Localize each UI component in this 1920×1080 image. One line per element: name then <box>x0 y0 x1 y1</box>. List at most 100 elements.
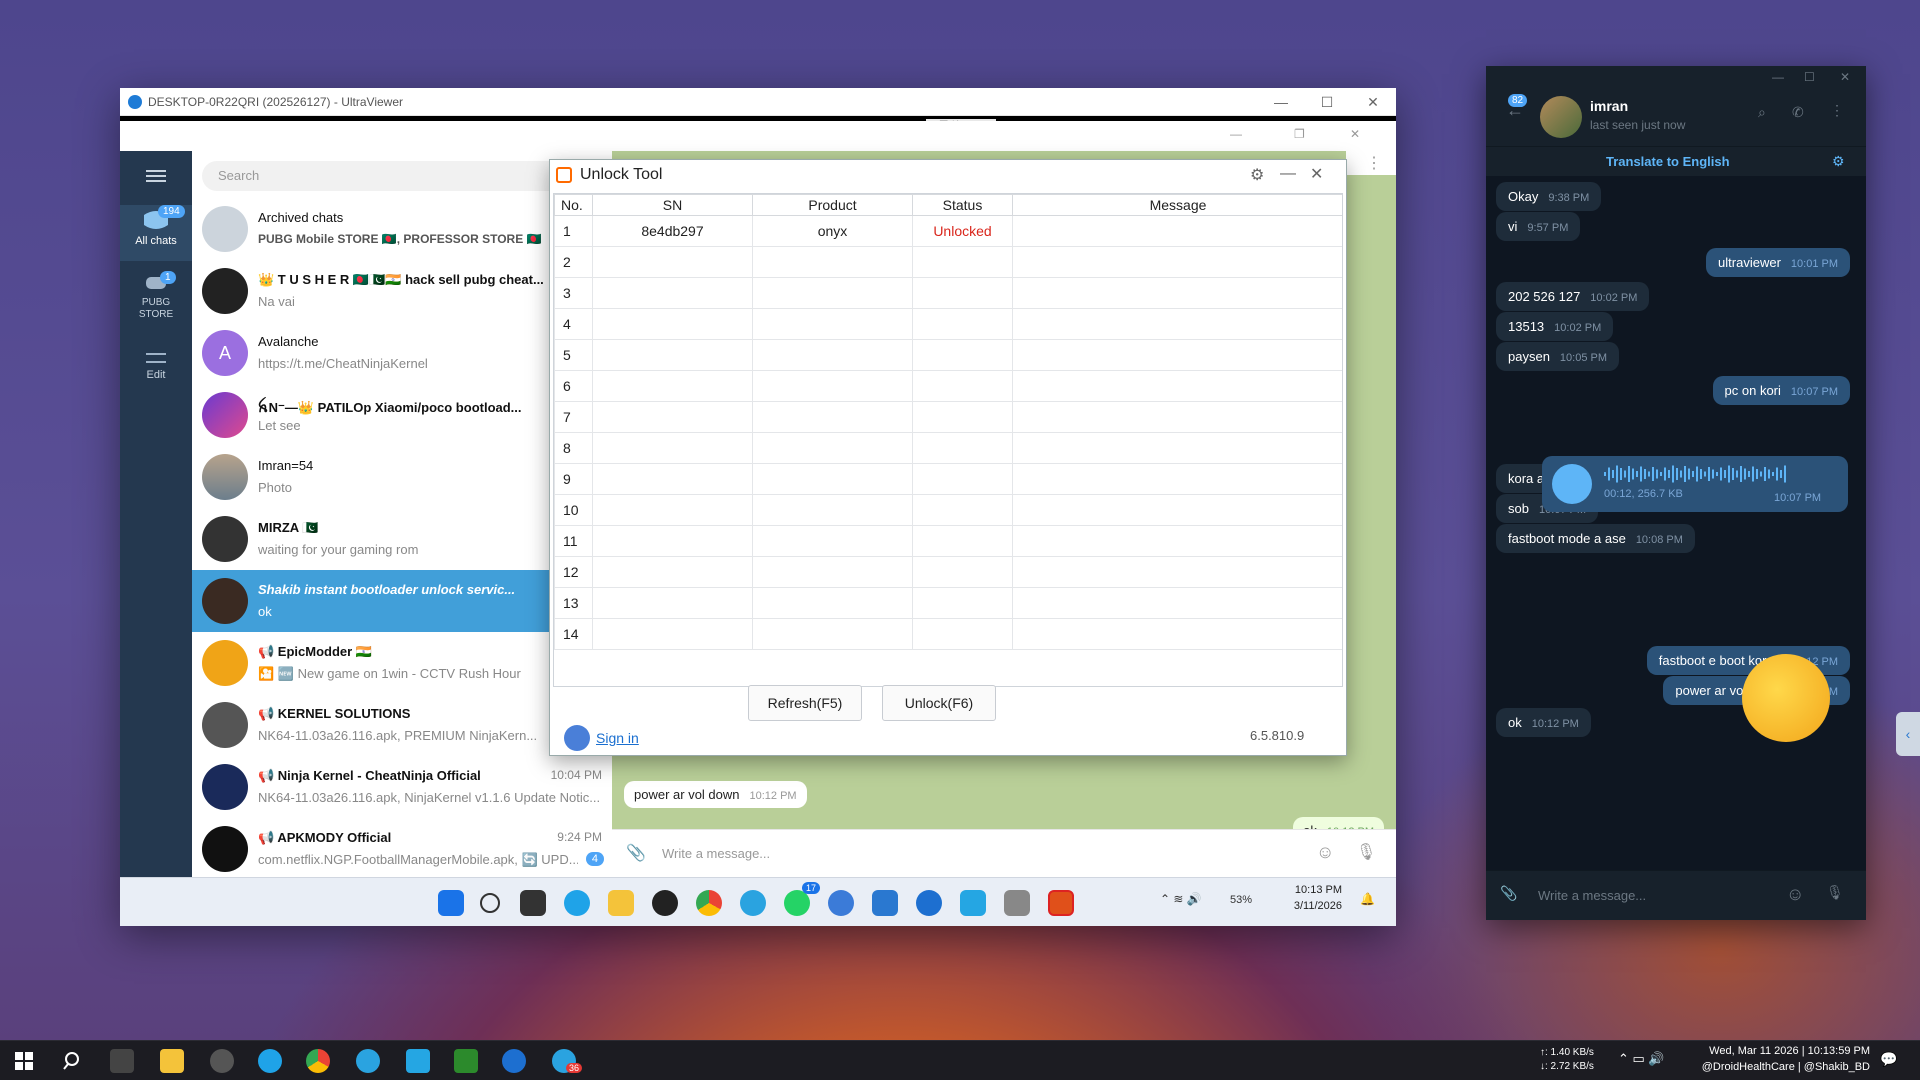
settings-icon[interactable]: ⚙ <box>1250 165 1264 185</box>
chrome-icon[interactable] <box>696 890 722 916</box>
chrome-icon[interactable] <box>306 1049 330 1073</box>
waveform-bar <box>1688 468 1690 480</box>
table-row[interactable]: 1 8e4db297 onyx Unlocked <box>554 215 1342 247</box>
close-button[interactable]: ✕ <box>1350 88 1396 116</box>
explorer-icon[interactable] <box>160 1049 184 1073</box>
col-product[interactable]: Product <box>752 194 913 216</box>
version-label: 6.5.810.9 <box>1250 728 1305 743</box>
telegram-icon[interactable] <box>740 890 766 916</box>
ultraviewer-icon[interactable] <box>502 1049 526 1073</box>
minimize-button[interactable]: — <box>1258 88 1304 116</box>
col-status[interactable]: Status <box>912 194 1013 216</box>
tool-icon[interactable] <box>1004 890 1030 916</box>
emoji-icon[interactable]: ☺ <box>1786 884 1804 905</box>
close-button[interactable]: ✕ <box>1840 70 1850 84</box>
help-icon[interactable] <box>828 890 854 916</box>
waveform[interactable] <box>1604 464 1794 484</box>
vpn-icon[interactable] <box>406 1049 430 1073</box>
contact-name[interactable]: imran <box>1590 98 1628 114</box>
search-icon[interactable]: ⌕ <box>1758 104 1766 121</box>
edge-icon[interactable] <box>564 890 590 916</box>
folder-all-chats[interactable]: 194 All chats <box>120 205 192 261</box>
waveform-bar <box>1676 468 1678 480</box>
table-row[interactable]: 12 <box>554 556 1342 588</box>
folder-pubg-store[interactable]: 1 PUBG STORE <box>120 271 192 331</box>
message-bubble: ultraviewer 10:01 PM <box>1706 248 1850 277</box>
edge-icon[interactable] <box>258 1049 282 1073</box>
waveform-bar <box>1700 469 1702 479</box>
notepad-icon[interactable] <box>872 890 898 916</box>
avatar <box>202 702 248 748</box>
table-row[interactable]: 14 <box>554 618 1342 650</box>
notification-icon[interactable]: 🔔 <box>1360 892 1375 906</box>
notification-icon[interactable]: 💬 <box>1880 1051 1897 1068</box>
message-text: sob <box>1508 501 1529 516</box>
tg-close-button[interactable]: ✕ <box>1350 127 1360 141</box>
waveform-bar <box>1668 470 1670 478</box>
table-row[interactable]: 10 <box>554 494 1342 526</box>
more-icon[interactable]: ⋮ <box>1830 102 1844 119</box>
attach-icon[interactable]: 📎 <box>1500 885 1517 902</box>
table-row[interactable]: 7 <box>554 401 1342 433</box>
gauge-icon[interactable] <box>210 1049 234 1073</box>
vpn-icon[interactable] <box>960 890 986 916</box>
chat-apkmody[interactable]: 📢 APKMODY Official 9:24 PM com.netflix.N… <box>192 818 612 877</box>
avatar[interactable] <box>1540 96 1582 138</box>
translate-settings-icon[interactable]: ⚙ <box>1832 153 1845 170</box>
table-row[interactable]: 4 <box>554 308 1342 340</box>
folder-edit[interactable]: Edit <box>120 347 192 381</box>
maximize-button[interactable]: ☐ <box>1304 88 1350 116</box>
more-icon[interactable]: ⋮ <box>1366 153 1382 173</box>
cell-status <box>912 494 1013 526</box>
sign-in-link[interactable]: Sign in <box>596 730 639 746</box>
unlock-button[interactable]: Unlock(F6) <box>882 685 996 721</box>
chatgpt-icon[interactable] <box>652 890 678 916</box>
refresh-button[interactable]: Refresh(F5) <box>748 685 862 721</box>
edge-collapse-tab[interactable]: ‹ <box>1896 712 1920 756</box>
ultraviewer-icon[interactable] <box>916 890 942 916</box>
table-row[interactable]: 2 <box>554 246 1342 278</box>
tg-minimize-button[interactable]: — <box>1230 127 1242 141</box>
search-icon[interactable] <box>480 893 500 913</box>
translate-button[interactable]: Translate to English <box>1606 154 1730 169</box>
table-row[interactable]: 8 <box>554 432 1342 464</box>
search-input[interactable]: Search <box>202 161 602 191</box>
col-message[interactable]: Message <box>1012 194 1342 216</box>
tray-icons[interactable]: ⌃ ▭ 🔊 <box>1618 1051 1665 1067</box>
start-icon[interactable] <box>12 1049 36 1073</box>
start-icon[interactable] <box>438 890 464 916</box>
table-row[interactable]: 13 <box>554 587 1342 619</box>
microphone-icon[interactable]: 🎙 <box>1826 884 1844 901</box>
table-row[interactable]: 11 <box>554 525 1342 557</box>
table-row[interactable]: 3 <box>554 277 1342 309</box>
unlock-tool-title: Unlock Tool <box>580 166 663 183</box>
microphone-icon[interactable]: 🎙 <box>1356 842 1376 862</box>
phone-icon[interactable]: ✆ <box>1792 104 1804 121</box>
table-row[interactable]: 6 <box>554 370 1342 402</box>
tray-icons[interactable]: ⌃ ≋ 🔊 <box>1160 892 1202 906</box>
taskview-icon[interactable] <box>520 890 546 916</box>
chat-ninja-kernel[interactable]: 📢 Ninja Kernel - CheatNinja Official 10:… <box>192 756 612 818</box>
col-no[interactable]: No. <box>554 194 593 216</box>
attach-icon[interactable]: 📎 <box>626 843 646 863</box>
emoji-icon[interactable]: ☺ <box>1316 842 1334 863</box>
avatar <box>202 764 248 810</box>
menu-icon[interactable] <box>120 165 192 187</box>
play-button[interactable] <box>1552 464 1592 504</box>
ut-close-button[interactable]: ✕ <box>1310 164 1323 184</box>
explorer-icon[interactable] <box>608 890 634 916</box>
task-manager-icon[interactable] <box>454 1049 478 1073</box>
ut-minimize-button[interactable]: — <box>1280 165 1296 183</box>
search-icon[interactable] <box>60 1049 84 1073</box>
maximize-button[interactable]: ☐ <box>1804 70 1815 84</box>
message-input[interactable]: Write a message... <box>662 846 770 861</box>
telegram-icon[interactable] <box>356 1049 380 1073</box>
message-input[interactable]: Write a message... <box>1538 888 1646 903</box>
minimize-button[interactable]: — <box>1772 70 1784 84</box>
table-row[interactable]: 5 <box>554 339 1342 371</box>
terminal-icon[interactable] <box>110 1049 134 1073</box>
tg-restore-button[interactable]: ❐ <box>1294 127 1305 141</box>
table-row[interactable]: 9 <box>554 463 1342 495</box>
col-sn[interactable]: SN <box>592 194 753 216</box>
unlock-tool-icon[interactable] <box>1048 890 1074 916</box>
